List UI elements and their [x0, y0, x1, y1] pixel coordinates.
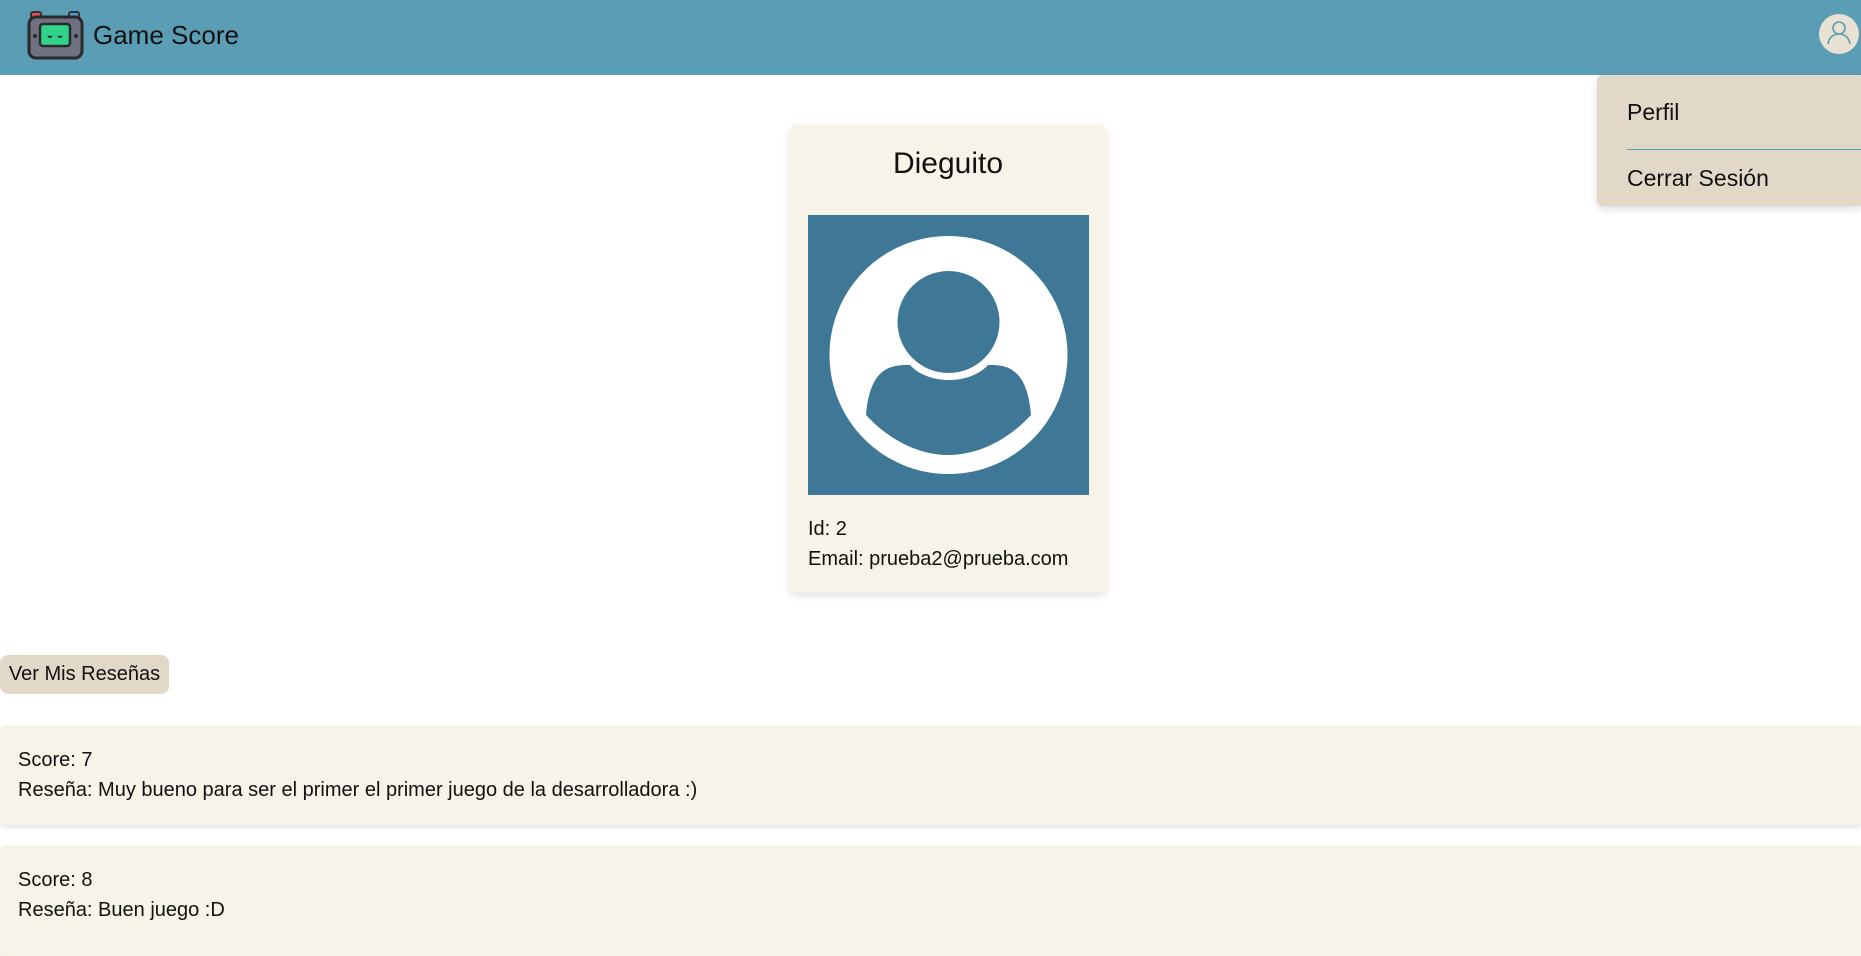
profile-name: Dieguito	[892, 147, 1004, 180]
brand-title[interactable]: Game Score	[93, 20, 239, 51]
review-text: Reseña: Buen juego :D	[18, 899, 225, 921]
profile-id: Id: 2	[808, 518, 847, 540]
review-score: Score: 7	[18, 749, 93, 771]
dropdown-divider	[1627, 149, 1861, 150]
profile-avatar	[808, 215, 1089, 495]
review-score: Score: 8	[18, 869, 93, 891]
review-card: Score: 8 Reseña: Buen juego :D	[0, 846, 1861, 956]
menu-item-perfil[interactable]: Perfil	[1627, 99, 1679, 126]
view-reviews-button[interactable]: Ver Mis Reseñas	[0, 655, 169, 694]
profile-card: Dieguito Id: 2 Email: prueba2@prueba.com	[789, 125, 1107, 593]
game-console-icon[interactable]	[27, 10, 84, 60]
user-menu-button[interactable]	[1819, 14, 1859, 54]
profile-email: Email: prueba2@prueba.com	[808, 548, 1069, 570]
navbar: Game Score	[0, 0, 1861, 75]
user-icon	[1824, 17, 1854, 52]
user-dropdown-menu: Perfil Cerrar Sesión	[1597, 75, 1861, 206]
menu-item-cerrar-sesion[interactable]: Cerrar Sesión	[1627, 165, 1769, 192]
user-placeholder-icon	[808, 236, 1089, 499]
review-text: Reseña: Muy bueno para ser el primer el …	[18, 779, 698, 801]
review-card: Score: 7 Reseña: Muy bueno para ser el p…	[0, 726, 1861, 825]
